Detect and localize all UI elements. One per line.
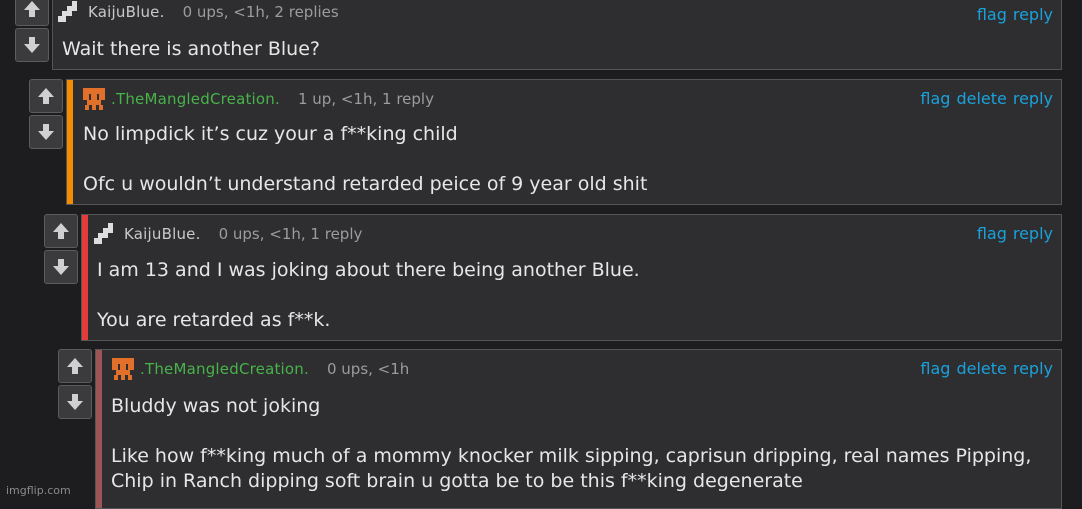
vote-controls xyxy=(44,214,80,286)
delete-link[interactable]: delete xyxy=(956,359,1006,378)
comment-text: No limpdick it’s cuz your a f**king chil… xyxy=(83,123,458,145)
comment-text: Bluddy was not joking xyxy=(111,395,321,417)
username[interactable]: KaijuBlue. xyxy=(124,225,201,243)
downvote-button[interactable] xyxy=(15,28,49,62)
flag-link[interactable]: flag xyxy=(920,89,950,108)
upvote-button[interactable] xyxy=(29,79,63,113)
downvote-button[interactable] xyxy=(58,385,92,419)
avatar xyxy=(112,358,134,380)
upvote-button[interactable] xyxy=(44,214,78,248)
comment-box: KaijuBlue. 0 ups, <1h, 1 reply flag reply… xyxy=(81,214,1062,341)
arrow-up-icon xyxy=(24,1,40,17)
arrow-up-icon xyxy=(67,358,83,374)
thread-bar xyxy=(82,215,88,340)
downvote-button[interactable] xyxy=(44,250,78,284)
upvote-button[interactable] xyxy=(15,0,49,26)
comment-box: KaijuBlue. 0 ups, <1h, 2 replies flag rep… xyxy=(52,0,1062,70)
arrow-up-icon xyxy=(38,88,54,104)
comment-box: .TheMangledCreation. 1 up, <1h, 1 reply … xyxy=(66,79,1062,205)
comment-text: Wait there is another Blue? xyxy=(62,38,320,60)
arrow-down-icon xyxy=(53,259,69,275)
delete-link[interactable]: delete xyxy=(956,89,1006,108)
avatar xyxy=(58,1,77,22)
username[interactable]: .TheMangledCreation. xyxy=(140,360,309,378)
flag-link[interactable]: flag xyxy=(977,224,1007,243)
avatar xyxy=(94,223,113,244)
comment-meta: 1 up, <1h, 1 reply xyxy=(297,90,434,108)
comment-text: Like how f**king much of a mommy knocker… xyxy=(111,445,1032,467)
comment-box: .TheMangledCreation. 0 ups, <1h flag dele… xyxy=(95,349,1062,509)
upvote-button[interactable] xyxy=(58,349,92,383)
comment-meta: 0 ups, <1h xyxy=(326,360,410,378)
comment-text: Chip in Ranch dipping soft brain u gotta… xyxy=(111,470,803,492)
reply-link[interactable]: reply xyxy=(1013,5,1053,24)
reply-link[interactable]: reply xyxy=(1013,224,1053,243)
thread-bar xyxy=(96,350,102,508)
username[interactable]: .TheMangledCreation. xyxy=(111,90,280,108)
comment-2: .TheMangledCreation. 1 up, <1h, 1 reply … xyxy=(29,79,1062,205)
watermark: imgflip.com xyxy=(6,484,71,497)
flag-link[interactable]: flag xyxy=(977,5,1007,24)
vote-controls xyxy=(29,79,65,151)
comment-meta: 0 ups, <1h, 1 reply xyxy=(218,225,363,243)
thread-bar xyxy=(67,80,73,204)
comment-3: KaijuBlue. 0 ups, <1h, 1 reply flag reply… xyxy=(44,214,1062,341)
flag-link[interactable]: flag xyxy=(920,359,950,378)
arrow-down-icon xyxy=(24,37,40,53)
comment-text: You are retarded as f**k. xyxy=(97,309,331,331)
arrow-up-icon xyxy=(53,223,69,239)
vote-controls xyxy=(15,0,51,64)
arrow-down-icon xyxy=(38,124,54,140)
downvote-button[interactable] xyxy=(29,115,63,149)
avatar xyxy=(83,88,105,110)
vote-controls xyxy=(58,349,94,421)
reply-link[interactable]: reply xyxy=(1013,359,1053,378)
comment-meta: 0 ups, <1h, 2 replies xyxy=(182,3,339,21)
reply-link[interactable]: reply xyxy=(1013,89,1053,108)
comment-1: KaijuBlue. 0 ups, <1h, 2 replies flag rep… xyxy=(15,0,1062,70)
comment-text: I am 13 and I was joking about there bei… xyxy=(97,259,640,281)
comment-4: .TheMangledCreation. 0 ups, <1h flag dele… xyxy=(58,349,1062,509)
username[interactable]: KaijuBlue. xyxy=(88,3,165,21)
comment-text: Ofc u wouldn’t understand retarded peice… xyxy=(83,173,648,195)
arrow-down-icon xyxy=(67,394,83,410)
